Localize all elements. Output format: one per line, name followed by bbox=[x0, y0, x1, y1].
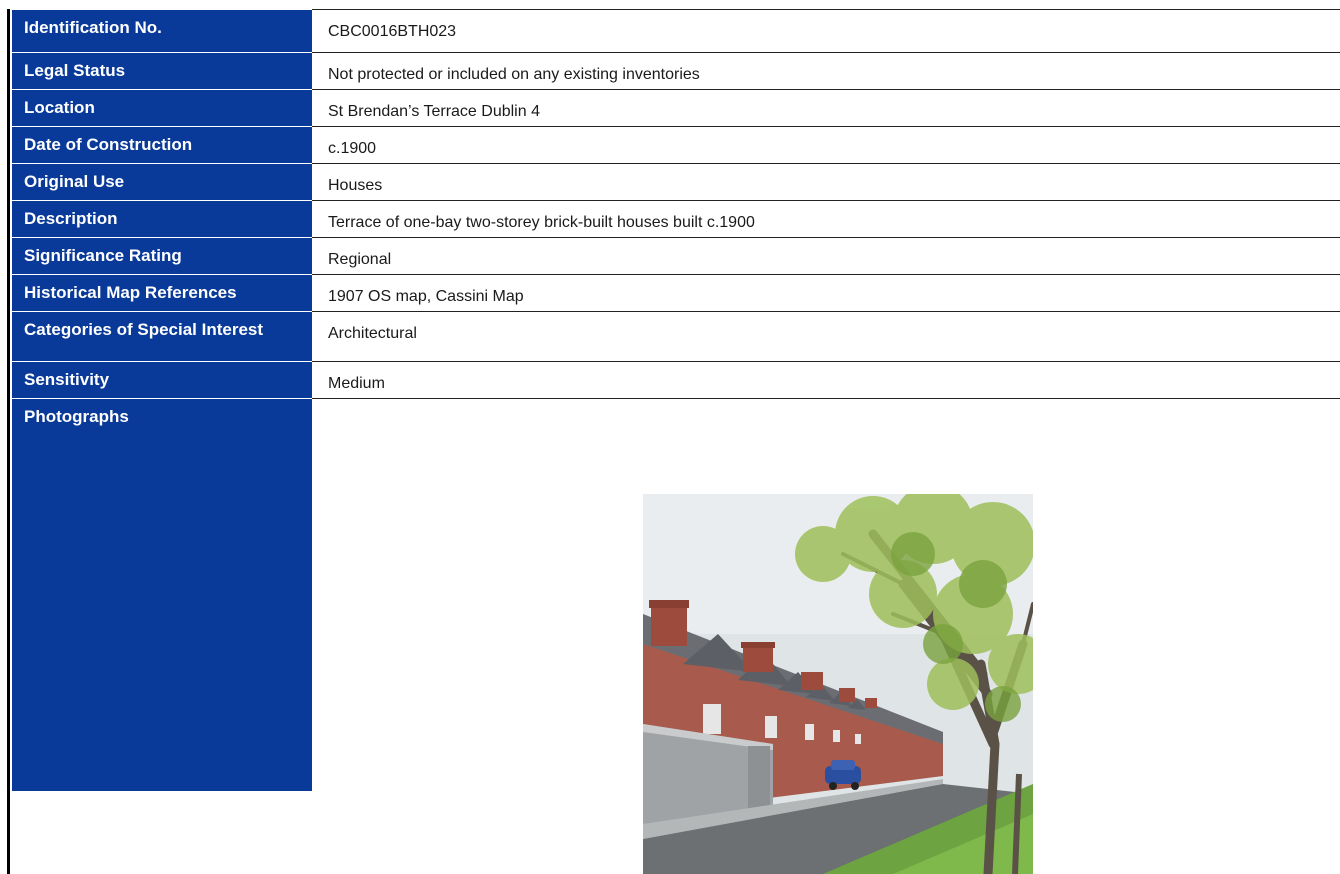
row-historical-map-references: Historical Map References 1907 OS map, C… bbox=[12, 274, 1340, 312]
row-significance-rating: Significance Rating Regional bbox=[12, 237, 1340, 275]
label-sensitivity: Sensitivity bbox=[12, 361, 312, 399]
label-description: Description bbox=[12, 200, 312, 238]
label-significance-rating: Significance Rating bbox=[12, 237, 312, 275]
terrace-photograph bbox=[643, 494, 1033, 874]
value-date-of-construction: c.1900 bbox=[312, 126, 1340, 164]
value-legal-status: Not protected or included on any existin… bbox=[312, 52, 1340, 90]
row-identification: Identification No. CBC0016BTH023 bbox=[12, 9, 1340, 53]
value-sensitivity: Medium bbox=[312, 361, 1340, 399]
value-historical-map-references: 1907 OS map, Cassini Map bbox=[312, 274, 1340, 312]
left-border bbox=[7, 9, 10, 874]
record-sheet: Identification No. CBC0016BTH023 Legal S… bbox=[0, 0, 1340, 874]
value-identification: CBC0016BTH023 bbox=[312, 9, 1340, 53]
row-description: Description Terrace of one-bay two-store… bbox=[12, 200, 1340, 238]
value-location: St Brendan’s Terrace Dublin 4 bbox=[312, 89, 1340, 127]
label-identification: Identification No. bbox=[12, 9, 312, 53]
label-historical-map-references: Historical Map References bbox=[12, 274, 312, 312]
row-location: Location St Brendan’s Terrace Dublin 4 bbox=[12, 89, 1340, 127]
label-photographs: Photographs bbox=[12, 398, 312, 792]
label-legal-status: Legal Status bbox=[12, 52, 312, 90]
value-categories-of-special-interest: Architectural bbox=[312, 311, 1340, 362]
row-date-of-construction: Date of Construction c.1900 bbox=[12, 126, 1340, 164]
label-date-of-construction: Date of Construction bbox=[12, 126, 312, 164]
label-original-use: Original Use bbox=[12, 163, 312, 201]
value-original-use: Houses bbox=[312, 163, 1340, 201]
label-location: Location bbox=[12, 89, 312, 127]
row-legal-status: Legal Status Not protected or included o… bbox=[12, 52, 1340, 90]
row-categories-of-special-interest: Categories of Special Interest Architect… bbox=[12, 311, 1340, 362]
value-significance-rating: Regional bbox=[312, 237, 1340, 275]
label-categories-of-special-interest: Categories of Special Interest bbox=[12, 311, 312, 362]
row-sensitivity: Sensitivity Medium bbox=[12, 361, 1340, 399]
row-original-use: Original Use Houses bbox=[12, 163, 1340, 201]
value-description: Terrace of one-bay two-storey brick-buil… bbox=[312, 200, 1340, 238]
